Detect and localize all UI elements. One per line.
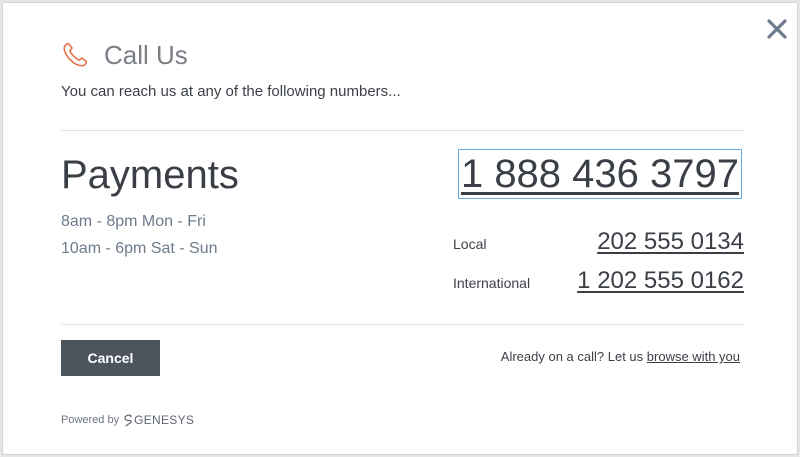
- powered-by-text: Powered by: [61, 414, 120, 426]
- close-icon[interactable]: [765, 17, 789, 41]
- international-phone-link[interactable]: 1 202 555 0162: [577, 267, 744, 295]
- dialog-header: Call Us: [60, 38, 188, 72]
- bottom-divider: [61, 324, 745, 325]
- cancel-button[interactable]: Cancel: [61, 340, 160, 376]
- hours-weekend: 10am - 6pm Sat - Sun: [61, 240, 218, 257]
- dialog-subtitle: You can reach us at any of the following…: [61, 83, 401, 100]
- powered-by: Powered by GENESYS: [61, 413, 194, 427]
- genesys-mark-icon: [124, 414, 132, 426]
- local-number-row: Local 202 555 0134: [453, 228, 744, 256]
- department-name: Payments: [61, 153, 239, 197]
- main-phone-link[interactable]: 1 888 436 3797: [457, 149, 743, 199]
- local-phone-link[interactable]: 202 555 0134: [597, 228, 744, 256]
- browse-with-you-link[interactable]: browse with you: [647, 349, 740, 364]
- genesys-wordmark: GENESYS: [134, 413, 195, 427]
- cobrowse-prompt: Already on a call? Let us browse with yo…: [501, 349, 740, 364]
- cobrowse-text: Already on a call? Let us: [500, 349, 644, 364]
- local-label: Local: [453, 236, 487, 252]
- call-us-dialog: Call Us You can reach us at any of the f…: [2, 2, 798, 455]
- phone-icon: [60, 40, 90, 70]
- international-label: International: [453, 275, 531, 291]
- top-divider: [61, 130, 745, 131]
- international-number-row: International 1 202 555 0162: [453, 267, 744, 295]
- hours-weekday: 8am - 8pm Mon - Fri: [61, 213, 206, 230]
- dialog-title: Call Us: [104, 39, 188, 70]
- genesys-logo[interactable]: GENESYS: [123, 413, 194, 427]
